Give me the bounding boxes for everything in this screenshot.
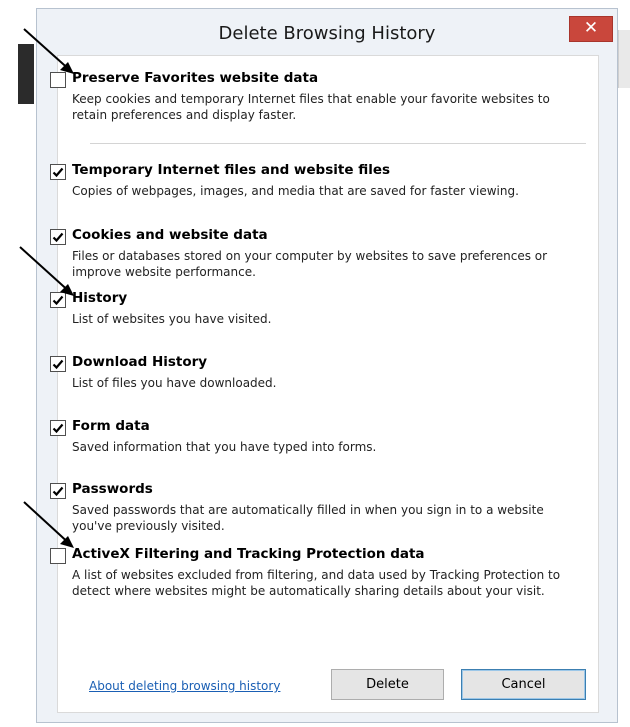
annotation-arrows — [19, 28, 74, 548]
arrow-icon — [23, 28, 74, 74]
arrow-icon — [23, 501, 74, 548]
arrow-icon — [19, 246, 74, 296]
